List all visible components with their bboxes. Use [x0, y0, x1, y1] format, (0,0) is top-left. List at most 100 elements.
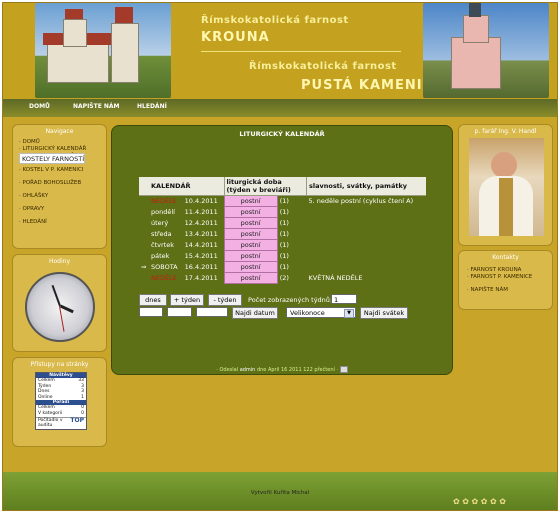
header-parish-krouna: KROUNA [201, 30, 270, 45]
liturgical-calendar-table: KALENDÁŘ liturgická doba (týden v breviá… [139, 177, 426, 284]
calendar-row: čtvrtek 14.4.2011 postní (1) [139, 239, 427, 251]
day-name: pondělí [151, 208, 175, 216]
day-input[interactable] [139, 307, 163, 317]
season-cell[interactable]: postní [223, 272, 278, 284]
col-calendar: KALENDÁŘ [149, 177, 225, 196]
current-day-marker [139, 196, 149, 207]
nav-item-search[interactable]: · HLEDÁNÍ [19, 219, 101, 226]
feast-cell [307, 229, 427, 240]
nav-item-repairs[interactable]: · OPRAVY [19, 206, 101, 213]
calendar-row: pondělí 11.4.2011 postní (1) [139, 206, 426, 218]
day-name: úterý [151, 219, 169, 227]
weeks-count-input[interactable]: 1 [331, 294, 357, 304]
breviary-week-cell: (1) [279, 230, 289, 238]
nav-search-link[interactable]: HLEDÁNÍ [137, 103, 167, 110]
print-icon[interactable] [339, 366, 348, 373]
calendar-row: NEDĚLE 10.4.2011 postní (1) 5. neděle postní… [139, 195, 426, 207]
contact-p-kamenice-link[interactable]: · FARNOST P. KAMENICE [467, 274, 532, 281]
nav-item-announcements[interactable]: · OHLÁŠKY [19, 193, 101, 200]
church-krouna-image [35, 3, 171, 98]
visit-counter[interactable]: Návštěvy Celkem 33 Týden 3 Dnes 3 Online 1 P… [35, 372, 87, 430]
season-cell[interactable]: postní [223, 195, 278, 207]
contact-krouna-link[interactable]: · FARNOST KROUNA [467, 267, 532, 274]
col-feasts: slavnosti, svátky, památky [306, 177, 426, 196]
breviary-week-cell: (1) [279, 208, 289, 216]
season-cell[interactable]: postní [223, 261, 278, 273]
day-name: středa [151, 230, 172, 238]
plus-week-button[interactable]: + týden [170, 294, 204, 306]
navigation-list: · DOMŮ · LITURGICKÝ KALENDÁŘ KOSTELY FAR… [19, 139, 101, 226]
find-feast-button[interactable]: Najdi svátek [360, 307, 408, 319]
year-input[interactable] [196, 307, 228, 317]
day-name: NEDĚLE [151, 274, 177, 282]
navigation-title: Navigace [45, 128, 74, 135]
month-input[interactable] [167, 307, 192, 317]
feast-cell [307, 262, 427, 273]
header-parish-label-1: Římskokatolická farnost [201, 15, 349, 26]
season-cell[interactable]: postní [223, 239, 278, 251]
flower-icon: ✿ ✿ ✿ ✿ ✿ ✿ [453, 497, 506, 506]
col-liturgical-season: liturgická doba (týden v breviáři) [223, 177, 307, 196]
season-cell[interactable]: postní [223, 228, 278, 240]
contact-write-us-link[interactable]: · NAPIŠTE NÁM [467, 287, 532, 294]
date-cell: 12.4.2011 [184, 219, 218, 227]
weeks-count-label: Počet zobrazených týdnů: [248, 296, 333, 304]
breviary-week-cell: (2) [279, 274, 289, 282]
clock-second-hand [59, 305, 65, 332]
clock-box: Hodiny [12, 254, 107, 352]
header-divider [201, 51, 401, 52]
site-footer: Vytvořil Kuřita Michal ✿ ✿ ✿ ✿ ✿ ✿ [3, 472, 557, 510]
date-cell: 16.4.2011 [184, 263, 218, 271]
calendar-row: ⇒ SOBOTA 16.4.2011 postní (1) [139, 261, 427, 273]
calendar-row: pátek 15.4.2011 postní (1) [139, 250, 426, 262]
breviary-week-cell: (1) [279, 252, 289, 260]
feast-select[interactable]: Velikonoce ▼ [286, 307, 356, 318]
nav-item-church-p-kamenice[interactable]: · KOSTEL V P. KAMENICI [19, 167, 101, 174]
feast-cell [307, 240, 427, 251]
breviary-week-cell: (1) [279, 263, 289, 271]
top-navigation: DOMŮ NAPIŠTE NÁM HLEDÁNÍ [3, 99, 557, 117]
minus-week-button[interactable]: - týden [208, 294, 242, 306]
navigation-box: Navigace · DOMŮ · LITURGICKÝ KALENDÁŘ KO… [12, 124, 107, 249]
priest-title: p. farář Ing. V. Handl [474, 128, 537, 135]
today-button[interactable]: dnes [139, 294, 167, 306]
author-link[interactable]: admin [240, 367, 256, 373]
page: Římskokatolická farnost KROUNA Římskokat… [2, 2, 558, 511]
season-cell[interactable]: postní [223, 217, 278, 229]
church-pusta-kamenice-image [423, 3, 549, 98]
calendar-row: NEDĚLE 17.4.2011 postní (2) KVĚTNÁ NEDĚLE [139, 272, 426, 284]
current-day-marker [139, 218, 149, 229]
nav-item-home[interactable]: · DOMŮ [19, 139, 101, 146]
day-name: NEDĚLE [151, 197, 177, 206]
date-cell: 17.4.2011 [184, 274, 218, 282]
nav-item-mass-schedule[interactable]: · POŘAD BOHOSLUŽEB [19, 180, 101, 187]
feast-cell [307, 218, 427, 229]
day-name: SOBOTA [151, 263, 178, 271]
current-day-marker: ⇒ [141, 263, 147, 271]
contacts-list: · FARNOST KROUNA · FARNOST P. KAMENICE ·… [467, 267, 532, 294]
clock-title: Hodiny [48, 258, 70, 265]
clock-minute-hand [51, 284, 61, 307]
nav-home-link[interactable]: DOMŮ [29, 103, 50, 110]
nav-item-parish-churches[interactable]: KOSTELY FARNOSTÍ [19, 153, 86, 164]
find-date-button[interactable]: Najdi datum [232, 307, 278, 319]
toplist-logo: TOP [70, 416, 84, 424]
page-title: LITURGICKÝ KALENDÁŘ [239, 130, 325, 138]
date-cell: 14.4.2011 [184, 241, 218, 249]
priest-photo [469, 138, 544, 236]
footer-credit: Vytvořil Kuřita Michal [250, 490, 310, 496]
contacts-box: Kontakty · FARNOST KROUNA · FARNOST P. K… [458, 250, 553, 310]
current-day-marker [139, 240, 149, 251]
site-header: Římskokatolická farnost KROUNA Římskokat… [3, 3, 557, 101]
nav-write-us-link[interactable]: NAPIŠTE NÁM [73, 103, 120, 110]
priest-box: p. farář Ing. V. Handl [458, 124, 553, 246]
season-cell[interactable]: postní [223, 250, 278, 262]
date-cell: 13.4.2011 [184, 230, 218, 238]
analog-clock [25, 272, 95, 342]
nav-item-liturgical-calendar[interactable]: · LITURGICKÝ KALENDÁŘ [19, 146, 101, 153]
breviary-week-cell: (1) [279, 241, 289, 249]
feast-select-value: Velikonoce [290, 309, 325, 317]
main-content-panel: LITURGICKÝ KALENDÁŘ KALENDÁŘ liturgická … [111, 125, 453, 375]
breviary-week-cell: (1) [279, 197, 289, 206]
season-cell[interactable]: postní [223, 206, 278, 218]
